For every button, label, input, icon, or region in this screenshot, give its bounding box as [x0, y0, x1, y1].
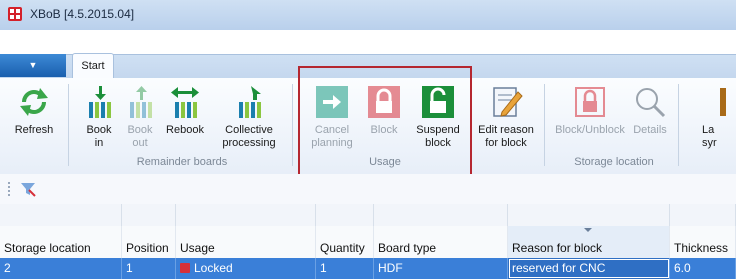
cell-quantity: 1	[316, 258, 374, 279]
column-header-quantity[interactable]: Quantity	[316, 226, 374, 258]
separator	[544, 84, 545, 166]
filter-cell[interactable]	[0, 204, 122, 226]
quick-access-toolbar	[0, 174, 736, 205]
refresh-icon	[20, 88, 48, 116]
block-unblock-button[interactable]: Block/Unblock	[554, 84, 626, 137]
rebook-icon	[171, 87, 199, 118]
column-header-storage-location[interactable]: Storage location	[0, 226, 122, 258]
book-out-label-2: out	[132, 137, 148, 149]
separator	[678, 84, 679, 166]
label-icon	[720, 88, 726, 116]
filter-cell[interactable]	[508, 204, 670, 226]
filter-cell[interactable]	[670, 204, 736, 226]
app-menu-button[interactable]: ▼	[0, 54, 66, 77]
cell-board-type: HDF	[374, 258, 508, 279]
lock-icon	[180, 263, 190, 273]
filter-cell[interactable]	[176, 204, 316, 226]
filter-clear-icon[interactable]	[20, 181, 36, 197]
cell-position: 1	[122, 258, 176, 279]
filter-cell[interactable]	[316, 204, 374, 226]
book-in-label-2: in	[94, 137, 104, 149]
cell-thickness: 6.0	[670, 258, 736, 279]
collective-label-1: Collective	[225, 124, 273, 136]
edit-reason-button[interactable]: Edit reason for block	[476, 84, 536, 150]
separator	[68, 84, 69, 166]
cell-usage: Locked	[176, 258, 316, 279]
label-symbol-label-1: La	[702, 124, 715, 136]
group-label-remainder-boards: Remainder boards	[136, 156, 228, 168]
edit-document-icon	[493, 87, 523, 117]
separator	[292, 84, 293, 166]
cell-storage-location: 2	[0, 258, 122, 279]
group-label-storage-location: Storage location	[574, 156, 654, 168]
header-row: Storage location Position Usage Quantity…	[0, 226, 736, 259]
lock-icon	[575, 87, 605, 117]
toolbar-grip	[8, 182, 12, 196]
table-row[interactable]: 2 1 Locked 1 HDF reserved for CNC 6.0	[0, 258, 736, 279]
label-symbol-label-2: syr	[702, 137, 717, 149]
refresh-label: Refresh	[14, 124, 54, 136]
column-header-usage[interactable]: Usage	[176, 226, 316, 258]
edit-reason-label-2: for block	[485, 137, 527, 149]
book-out-label-1: Book	[127, 124, 153, 136]
book-out-icon	[130, 86, 152, 118]
usage-group-highlight	[298, 66, 472, 176]
title-bar: XBoB [4.5.2015.04]	[0, 0, 736, 31]
refresh-button[interactable]: Refresh	[6, 84, 62, 137]
block-unblock-label: Block/Unblock	[555, 124, 625, 136]
cell-reason[interactable]: reserved for CNC	[508, 258, 670, 279]
collective-processing-icon	[239, 86, 261, 118]
app-logo-icon	[8, 7, 22, 21]
book-in-label-1: Book	[86, 124, 112, 136]
boards-grid: Storage location Position Usage Quantity…	[0, 204, 736, 279]
filter-cell[interactable]	[122, 204, 176, 226]
book-out-button[interactable]: Book out	[122, 84, 158, 150]
details-button[interactable]: Details	[628, 84, 672, 137]
book-in-icon	[89, 86, 111, 118]
column-header-thickness[interactable]: Thickness	[670, 226, 736, 258]
search-icon	[636, 88, 666, 118]
label-symbol-button[interactable]: La syr	[702, 84, 736, 150]
edit-reason-label-1: Edit reason	[478, 124, 534, 136]
filter-cell[interactable]	[374, 204, 508, 226]
window-title: XBoB [4.5.2015.04]	[30, 7, 135, 21]
sort-indicator-icon	[584, 228, 592, 232]
filter-row	[0, 204, 736, 227]
book-in-button[interactable]: Book in	[78, 84, 120, 150]
column-header-board-type[interactable]: Board type	[374, 226, 508, 258]
collective-label-2: processing	[222, 137, 276, 149]
tab-start[interactable]: Start	[72, 53, 114, 79]
details-label: Details	[633, 124, 667, 136]
usage-text: Locked	[194, 261, 233, 275]
rebook-button[interactable]: Rebook	[160, 84, 210, 137]
collective-processing-button[interactable]: Collective processing	[216, 84, 282, 150]
column-header-position[interactable]: Position	[122, 226, 176, 258]
rebook-label: Rebook	[166, 124, 204, 136]
